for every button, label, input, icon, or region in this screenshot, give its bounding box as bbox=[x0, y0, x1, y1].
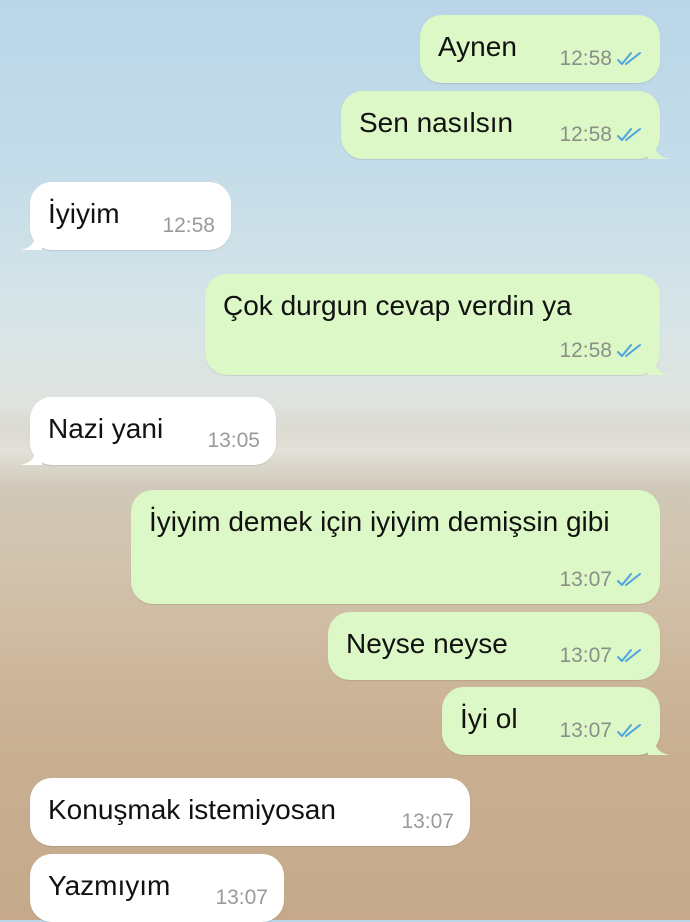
message-text: Yazmıyım bbox=[48, 870, 171, 901]
message-meta: 13:07 bbox=[401, 810, 454, 834]
read-receipt-double-check-icon bbox=[616, 126, 644, 144]
message-bubble-outgoing[interactable]: İyiyim demek için iyiyim demişsin gibi 1… bbox=[131, 490, 660, 604]
message-bubble-incoming[interactable]: Nazi yani 13:05 bbox=[20, 397, 276, 465]
message-time: 13:07 bbox=[401, 810, 454, 833]
message-time: 13:05 bbox=[207, 429, 260, 452]
message-meta: 13:07 bbox=[559, 719, 644, 743]
message-text: Neyse neyse bbox=[346, 628, 508, 659]
bubble-tail bbox=[648, 137, 670, 159]
message-meta: 12:58 bbox=[162, 214, 215, 238]
message-time: 13:07 bbox=[559, 644, 612, 667]
message-meta: 13:05 bbox=[207, 429, 260, 453]
message-bubble-incoming[interactable]: Yazmıyım 13:07 bbox=[30, 854, 284, 922]
message-text: İyiyim bbox=[48, 198, 120, 229]
message-text: Sen nasılsın bbox=[359, 107, 514, 138]
message-time: 13:07 bbox=[215, 886, 268, 909]
message-meta: 13:07 bbox=[559, 568, 644, 592]
read-receipt-double-check-icon bbox=[616, 571, 644, 589]
message-text: Aynen bbox=[438, 31, 517, 62]
bubble-tail bbox=[20, 443, 42, 465]
read-receipt-double-check-icon bbox=[616, 647, 644, 665]
message-meta: 13:07 bbox=[215, 886, 268, 910]
chat-screen: { "colors": { "outgoing_bubble": "#dcf8c… bbox=[0, 0, 690, 922]
message-time: 12:58 bbox=[559, 339, 612, 362]
message-meta: 12:58 bbox=[559, 123, 644, 147]
message-meta: 12:58 bbox=[559, 47, 644, 71]
message-time: 12:58 bbox=[559, 47, 612, 70]
message-text: İyi ol bbox=[460, 703, 518, 734]
bubble-tail bbox=[648, 733, 670, 755]
read-receipt-double-check-icon bbox=[616, 50, 644, 68]
message-text: Çok durgun cevap verdin ya bbox=[223, 290, 572, 321]
message-time: 13:07 bbox=[559, 719, 612, 742]
message-bubble-outgoing[interactable]: Neyse neyse 13:07 bbox=[328, 612, 660, 680]
message-bubble-incoming[interactable]: İyiyim 12:58 bbox=[20, 182, 231, 250]
message-bubble-outgoing[interactable]: Sen nasılsın 12:58 bbox=[341, 91, 670, 159]
message-time: 13:07 bbox=[559, 568, 612, 591]
message-time: 12:58 bbox=[559, 123, 612, 146]
message-time: 12:58 bbox=[162, 214, 215, 237]
message-bubble-outgoing[interactable]: Aynen 12:58 bbox=[420, 15, 660, 83]
bubble-tail bbox=[648, 353, 670, 375]
message-bubble-outgoing[interactable]: İyi ol 13:07 bbox=[442, 687, 670, 755]
message-text: Konuşmak istemiyosan bbox=[48, 794, 336, 825]
message-text: Nazi yani bbox=[48, 413, 164, 444]
message-meta: 13:07 bbox=[559, 644, 644, 668]
message-bubble-outgoing[interactable]: Çok durgun cevap verdin ya 12:58 bbox=[205, 274, 670, 375]
message-bubble-incoming[interactable]: Konuşmak istemiyosan 13:07 bbox=[30, 778, 470, 846]
bubble-tail bbox=[20, 228, 42, 250]
read-receipt-double-check-icon bbox=[616, 722, 644, 740]
read-receipt-double-check-icon bbox=[616, 342, 644, 360]
message-text: İyiyim demek için iyiyim demişsin gibi bbox=[149, 506, 610, 537]
message-meta: 12:58 bbox=[559, 339, 644, 363]
